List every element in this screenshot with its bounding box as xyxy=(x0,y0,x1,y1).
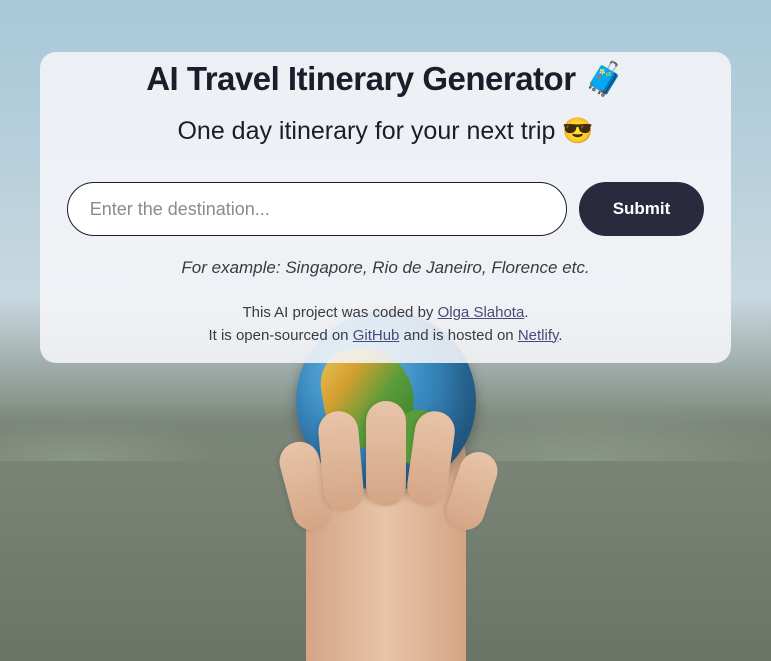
author-link[interactable]: Olga Slahota xyxy=(438,304,525,321)
main-card: AI Travel Itinerary Generator 🧳 One day … xyxy=(40,52,731,363)
form-row: Submit xyxy=(60,182,711,236)
footer-text: and is hosted on xyxy=(399,327,517,344)
footer: This AI project was coded by Olga Slahot… xyxy=(60,302,711,347)
page-title: AI Travel Itinerary Generator 🧳 xyxy=(60,60,711,99)
footer-text: This AI project was coded by xyxy=(242,304,437,321)
footer-text: It is open-sourced on xyxy=(208,327,352,344)
footer-text: . xyxy=(524,304,528,321)
submit-button[interactable]: Submit xyxy=(579,182,705,236)
destination-input[interactable] xyxy=(67,182,567,236)
netlify-link[interactable]: Netlify xyxy=(518,327,559,344)
page-subtitle: One day itinerary for your next trip 😎 xyxy=(60,117,711,146)
footer-text: . xyxy=(558,327,562,344)
example-text: For example: Singapore, Rio de Janeiro, … xyxy=(60,258,711,278)
github-link[interactable]: GitHub xyxy=(353,327,400,344)
